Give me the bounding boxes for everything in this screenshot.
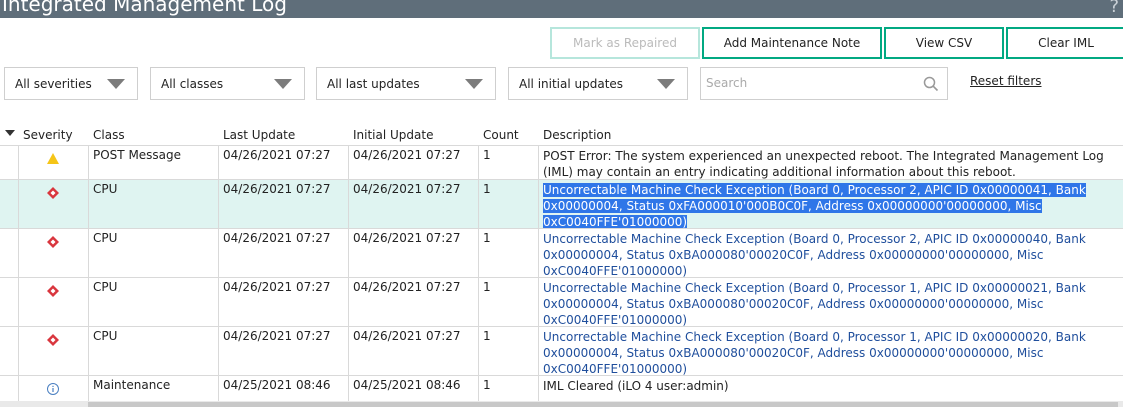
column-divider xyxy=(218,145,219,402)
selected-description-text: Uncorrectable Machine Check Exception (B… xyxy=(543,183,1086,229)
row-last-update: 04/26/2021 07:27 xyxy=(223,182,331,196)
severity-filter-dropdown[interactable]: All severities xyxy=(4,67,138,100)
column-header-severity[interactable]: Severity xyxy=(23,128,73,142)
scrollbar-thumb[interactable] xyxy=(88,402,1118,407)
clear-iml-button[interactable]: Clear IML xyxy=(1006,27,1123,59)
row-count: 1 xyxy=(483,329,491,343)
row-count: 1 xyxy=(483,231,491,245)
table-row[interactable]: CPU 04/26/2021 07:27 04/26/2021 07:27 1 … xyxy=(0,228,1123,279)
column-divider xyxy=(18,145,19,402)
column-header-last-update[interactable]: Last Update xyxy=(223,128,295,142)
column-divider xyxy=(88,145,89,402)
row-last-update: 04/26/2021 07:27 xyxy=(223,280,331,294)
row-last-update: 04/25/2021 08:46 xyxy=(223,378,331,392)
row-class: CPU xyxy=(93,280,118,294)
last-update-filter-label: All last updates xyxy=(327,77,420,91)
column-divider xyxy=(478,145,479,402)
column-header-description[interactable]: Description xyxy=(543,128,611,142)
row-last-update: 04/26/2021 07:27 xyxy=(223,148,331,162)
search-box xyxy=(700,67,948,100)
reset-filters-link[interactable]: Reset filters xyxy=(970,74,1042,88)
row-class: Maintenance xyxy=(93,378,171,392)
critical-diamond-icon xyxy=(47,236,59,248)
critical-diamond-icon xyxy=(47,334,59,346)
row-description: POST Error: The system experienced an un… xyxy=(543,149,1104,179)
column-header-initial-update[interactable]: Initial Update xyxy=(353,128,433,142)
row-last-update: 04/26/2021 07:27 xyxy=(223,231,331,245)
row-class: CPU xyxy=(93,231,118,245)
view-csv-button[interactable]: View CSV xyxy=(884,27,1004,59)
row-count: 1 xyxy=(483,182,491,196)
column-header-count[interactable]: Count xyxy=(483,128,519,142)
column-divider xyxy=(348,145,349,402)
horizontal-scrollbar[interactable] xyxy=(0,401,1123,407)
class-filter-dropdown[interactable]: All classes xyxy=(150,67,305,100)
row-count: 1 xyxy=(483,378,491,392)
initial-update-filter-dropdown[interactable]: All initial updates xyxy=(508,67,688,100)
table-row[interactable]: CPU 04/26/2021 07:27 04/26/2021 07:27 1 … xyxy=(0,326,1123,377)
warning-triangle-icon xyxy=(47,153,59,164)
chevron-down-icon xyxy=(657,79,675,89)
row-class: CPU xyxy=(93,182,118,196)
column-divider xyxy=(538,145,539,402)
row-initial-update: 04/25/2021 08:46 xyxy=(353,378,461,392)
search-input[interactable] xyxy=(706,76,916,90)
row-class: POST Message xyxy=(93,148,182,162)
table-row[interactable]: Maintenance 04/25/2021 08:46 04/25/2021 … xyxy=(0,375,1123,401)
row-description: Uncorrectable Machine Check Exception (B… xyxy=(543,182,1123,230)
row-count: 1 xyxy=(483,148,491,162)
column-header-class[interactable]: Class xyxy=(93,128,125,142)
table-row[interactable]: CPU 04/26/2021 07:27 04/26/2021 07:27 1 … xyxy=(0,277,1123,328)
table-row[interactable]: POST Message 04/26/2021 07:27 04/26/2021… xyxy=(0,145,1123,179)
row-description-link[interactable]: Uncorrectable Machine Check Exception (B… xyxy=(543,280,1123,328)
initial-update-filter-label: All initial updates xyxy=(519,77,624,91)
table-header: Severity Class Last Update Initial Updat… xyxy=(0,125,1123,145)
row-initial-update: 04/26/2021 07:27 xyxy=(353,182,461,196)
critical-diamond-icon xyxy=(47,187,59,199)
critical-diamond-icon xyxy=(47,285,59,297)
chevron-down-icon xyxy=(107,79,125,89)
sort-arrow-icon[interactable] xyxy=(5,130,15,136)
row-last-update: 04/26/2021 07:27 xyxy=(223,329,331,343)
add-maintenance-note-button[interactable]: Add Maintenance Note xyxy=(702,27,882,59)
row-initial-update: 04/26/2021 07:27 xyxy=(353,148,461,162)
row-initial-update: 04/26/2021 07:27 xyxy=(353,329,461,343)
mark-as-repaired-button[interactable]: Mark as Repaired xyxy=(550,27,700,59)
table-row-selected[interactable]: CPU 04/26/2021 07:27 04/26/2021 07:27 1 … xyxy=(0,179,1123,230)
row-description: IML Cleared (iLO 4 user:admin) xyxy=(543,379,729,393)
chevron-down-icon xyxy=(465,79,483,89)
search-icon[interactable] xyxy=(923,76,939,92)
last-update-filter-dropdown[interactable]: All last updates xyxy=(316,67,496,100)
class-filter-label: All classes xyxy=(161,77,224,91)
row-description-link[interactable]: Uncorrectable Machine Check Exception (B… xyxy=(543,231,1123,279)
help-icon[interactable]: ? xyxy=(1109,0,1119,17)
title-bar: Integrated Management Log ? xyxy=(0,0,1123,18)
row-count: 1 xyxy=(483,280,491,294)
row-description-link[interactable]: Uncorrectable Machine Check Exception (B… xyxy=(543,329,1123,377)
row-initial-update: 04/26/2021 07:27 xyxy=(353,280,461,294)
info-circle-icon xyxy=(47,383,59,395)
window-title: Integrated Management Log xyxy=(2,0,287,16)
chevron-down-icon xyxy=(274,79,292,89)
severity-filter-label: All severities xyxy=(15,77,92,91)
row-initial-update: 04/26/2021 07:27 xyxy=(353,231,461,245)
row-class: CPU xyxy=(93,329,118,343)
